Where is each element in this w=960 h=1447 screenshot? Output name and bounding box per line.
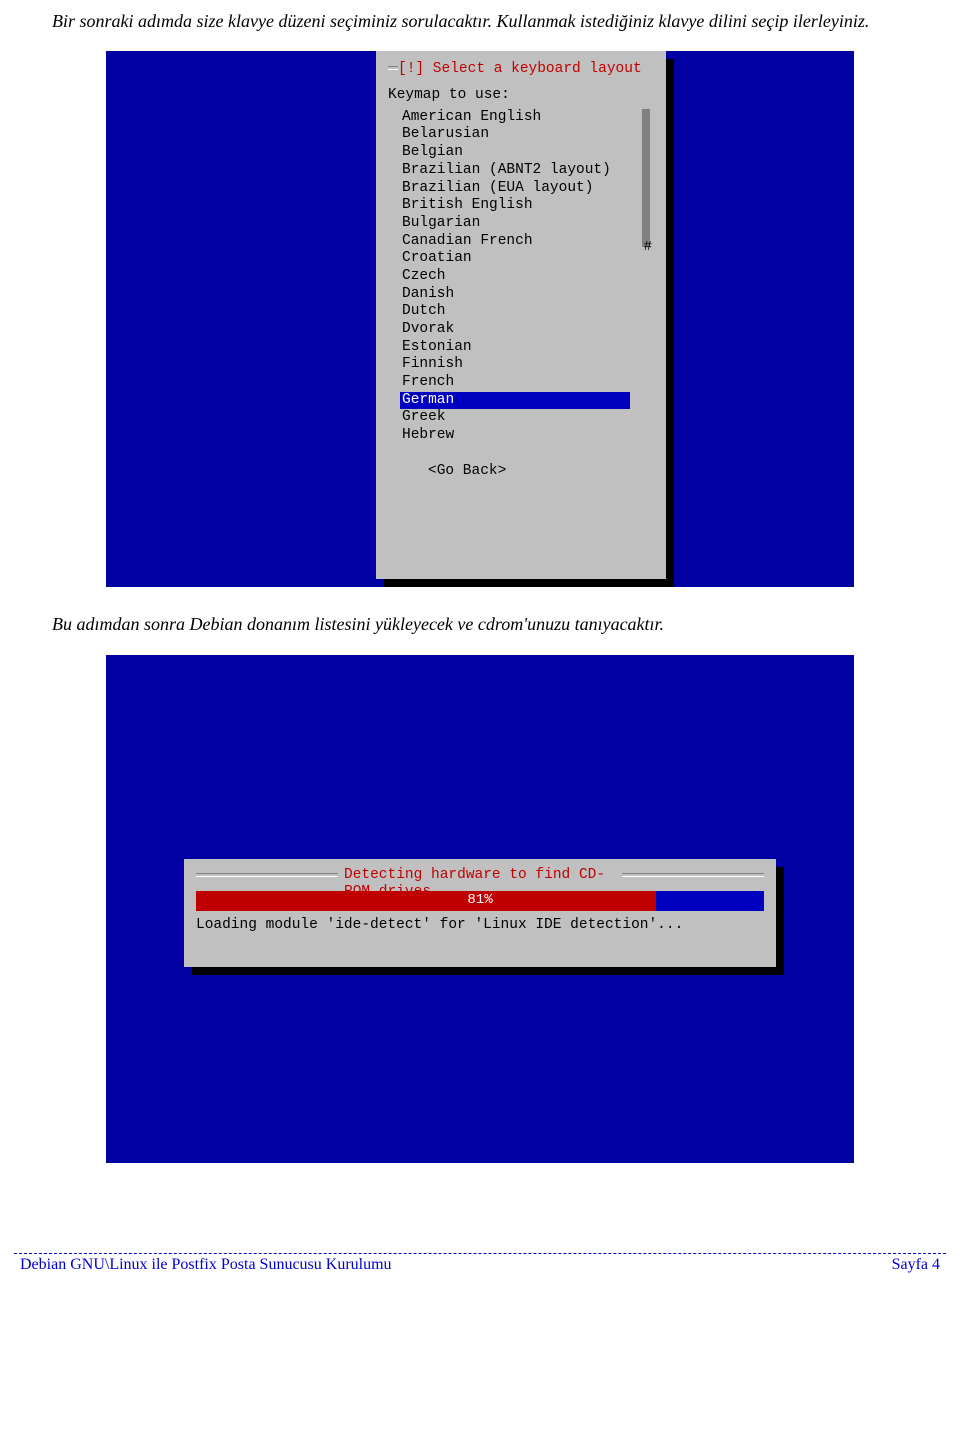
intro-paragraph: Bir sonraki adımda size klavye düzeni se… (24, 10, 936, 33)
progress-percent: 81% (196, 892, 764, 909)
dialog-shadow (666, 59, 674, 587)
footer-right: Sayfa 4 (892, 1256, 940, 1274)
dialog-shadow (192, 967, 784, 975)
screenshot-keyboard-layout: [!] Select a keyboard layout Keymap to u… (106, 51, 854, 587)
list-item[interactable]: Czech (402, 268, 654, 286)
list-item[interactable]: Canadian French (402, 233, 654, 251)
dialog-title-bar: [!] Select a keyboard layout (388, 61, 654, 79)
dialog-title: [!] Select a keyboard layout (398, 61, 642, 79)
installer-background: [!] Select a keyboard layout Keymap to u… (106, 51, 854, 587)
list-item[interactable]: Greek (402, 409, 654, 427)
scroll-indicator: # (644, 239, 652, 256)
progress-bar: 81% (196, 891, 764, 911)
dialog-shadow (384, 579, 674, 587)
list-item[interactable]: Bulgarian (402, 215, 654, 233)
screenshot-detecting-hardware: Detecting hardware to find CD-ROM drives… (106, 655, 854, 1163)
list-item[interactable]: Belgian (402, 144, 654, 162)
list-item[interactable]: Brazilian (EUA layout) (402, 180, 654, 198)
list-item[interactable]: American English (402, 109, 654, 127)
title-line-left (388, 65, 398, 75)
list-item[interactable]: Brazilian (ABNT2 layout) (402, 162, 654, 180)
list-item[interactable]: French (402, 374, 654, 392)
footer-left: Debian GNU\Linux ile Postfix Posta Sunuc… (20, 1256, 392, 1274)
list-item[interactable]: Estonian (402, 339, 654, 357)
list-item[interactable]: Danish (402, 286, 654, 304)
list-item[interactable]: German (400, 392, 630, 410)
dialog-title-bar: Detecting hardware to find CD-ROM drives (196, 867, 764, 885)
go-back-button[interactable]: <Go Back> (428, 463, 654, 481)
keymap-list[interactable]: # American EnglishBelarusianBelgianBrazi… (402, 109, 654, 445)
list-item[interactable]: Dutch (402, 303, 654, 321)
status-text: Loading module 'ide-detect' for 'Linux I… (196, 917, 764, 935)
list-item[interactable]: Dvorak (402, 321, 654, 339)
installer-background: Detecting hardware to find CD-ROM drives… (106, 655, 854, 1163)
keyboard-layout-dialog: [!] Select a keyboard layout Keymap to u… (376, 51, 666, 579)
page-footer: Debian GNU\Linux ile Postfix Posta Sunuc… (14, 1256, 946, 1278)
detecting-hardware-dialog: Detecting hardware to find CD-ROM drives… (184, 859, 776, 967)
dialog-shadow (776, 867, 784, 975)
list-item[interactable]: Croatian (402, 250, 654, 268)
list-item[interactable]: Finnish (402, 356, 654, 374)
list-item[interactable]: Belarusian (402, 126, 654, 144)
scrollbar[interactable] (642, 109, 650, 247)
mid-paragraph: Bu adımdan sonra Debian donanım listesin… (24, 613, 936, 636)
keymap-label: Keymap to use: (388, 87, 654, 105)
footer-separator (14, 1253, 946, 1254)
list-item[interactable]: Hebrew (402, 427, 654, 445)
list-item[interactable]: British English (402, 197, 654, 215)
